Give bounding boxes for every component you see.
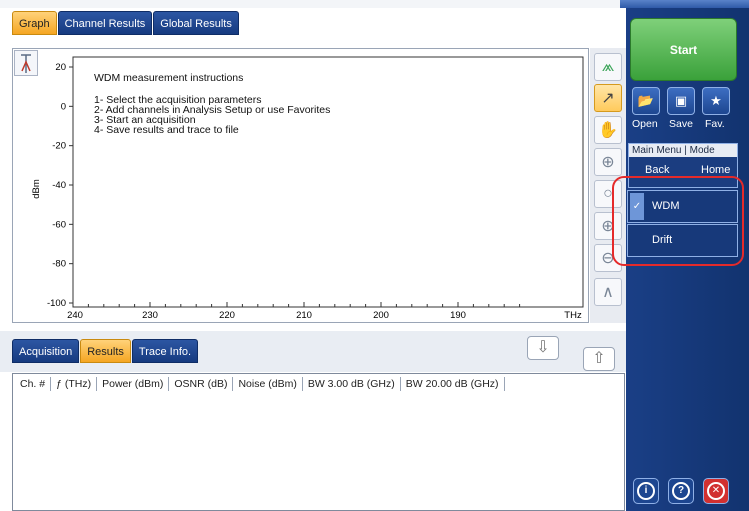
pan-hand-icon: ✋	[598, 122, 618, 139]
open-label: Open	[632, 118, 658, 130]
tab-channel-results[interactable]: Channel Results	[57, 11, 153, 35]
help-button[interactable]: ?	[668, 478, 694, 504]
pointer-button[interactable]: ↗	[594, 84, 622, 112]
back-button[interactable]: Back	[645, 164, 669, 176]
start-button[interactable]: Start	[630, 18, 737, 81]
x-tick-label: 190	[450, 310, 466, 321]
instructions-title: WDM measurement instructions	[94, 72, 244, 84]
x-axis-unit: THz	[564, 310, 582, 321]
auto-scale-button[interactable]: ⩕	[594, 53, 622, 81]
y-tick-label: -80	[52, 259, 66, 270]
title-area	[0, 0, 620, 8]
folder-open-icon: 📂	[637, 93, 655, 108]
open-button[interactable]: 📂	[632, 87, 660, 115]
x-tick-label: 230	[142, 310, 158, 321]
zoom-area-icon: ⊕	[601, 154, 615, 171]
y-tick-label: -60	[52, 219, 66, 230]
tab-trace-info[interactable]: Trace Info.	[131, 339, 199, 363]
star-icon: ★	[710, 93, 722, 108]
help-icon: ?	[672, 482, 690, 500]
y-tick-label: 0	[61, 101, 66, 112]
collapse-down-button[interactable]: ⇩	[527, 336, 559, 360]
instruction-step: 4- Save results and trace to file	[94, 124, 239, 136]
y-tick-label: -100	[47, 298, 66, 309]
arrow-up-icon: ⇧	[592, 350, 606, 367]
tab-graph[interactable]: Graph	[12, 11, 57, 35]
y-tick-label: 20	[55, 62, 66, 73]
col-bw20[interactable]: BW 20.00 dB (GHz)	[401, 377, 505, 391]
peak-button[interactable]: ∧	[594, 278, 622, 306]
x-tick-label: 200	[373, 310, 389, 321]
col-bw3[interactable]: BW 3.00 dB (GHz)	[303, 377, 401, 391]
y-axis-label: dBm	[31, 179, 42, 199]
graph-tabs: Graph Channel Results Global Results	[12, 11, 239, 35]
x-tick-label: 210	[296, 310, 312, 321]
title-bar	[0, 0, 749, 8]
x-tick-label: 220	[219, 310, 235, 321]
tab-results[interactable]: Results	[80, 339, 131, 363]
zoom-area-button[interactable]: ⊕	[594, 148, 622, 176]
col-frequency[interactable]: ƒ (THz)	[51, 377, 98, 391]
close-icon: ✕	[707, 482, 725, 500]
instructions: WDM measurement instructions 1- Select t…	[94, 72, 330, 136]
save-label: Save	[669, 118, 693, 130]
auto-scale-icon: ⩕	[601, 58, 615, 75]
table-header: Ch. # ƒ (THz) Power (dBm) OSNR (dB) Nois…	[15, 377, 505, 391]
highlight-callout	[612, 176, 744, 266]
fav-label: Fav.	[705, 118, 725, 130]
col-channel[interactable]: Ch. #	[15, 377, 52, 391]
pointer-icon: ↗	[601, 90, 615, 107]
tab-acquisition[interactable]: Acquisition	[12, 339, 80, 363]
save-disk-icon: ▣	[674, 93, 688, 108]
app-window: Graph Channel Results Global Results 20 0…	[0, 0, 749, 511]
bottom-tabs: Acquisition Results Trace Info.	[12, 339, 199, 363]
y-tick-label: -40	[52, 180, 66, 191]
peak-icon: ∧	[602, 284, 614, 301]
close-button[interactable]: ✕	[703, 478, 729, 504]
col-noise[interactable]: Noise (dBm)	[233, 377, 303, 391]
marker-button[interactable]	[14, 50, 38, 76]
col-power[interactable]: Power (dBm)	[97, 377, 170, 391]
x-tick-label: 240	[67, 310, 83, 321]
tab-global-results[interactable]: Global Results	[153, 11, 239, 35]
expand-up-button[interactable]: ⇧	[583, 347, 615, 371]
save-button[interactable]: ▣	[667, 87, 695, 115]
info-button[interactable]: i	[633, 478, 659, 504]
menu-header: Main Menu | Mode	[629, 144, 737, 157]
arrow-down-icon: ⇩	[536, 339, 550, 356]
results-table: Ch. # ƒ (THz) Power (dBm) OSNR (dB) Nois…	[12, 373, 625, 511]
pan-button[interactable]: ✋	[594, 116, 622, 144]
info-icon: i	[637, 482, 655, 500]
favorites-button[interactable]: ★	[702, 87, 730, 115]
y-tick-label: -20	[52, 141, 66, 152]
home-button[interactable]: Home	[701, 164, 730, 176]
marker-icon	[21, 54, 31, 73]
col-osnr[interactable]: OSNR (dB)	[169, 377, 234, 391]
